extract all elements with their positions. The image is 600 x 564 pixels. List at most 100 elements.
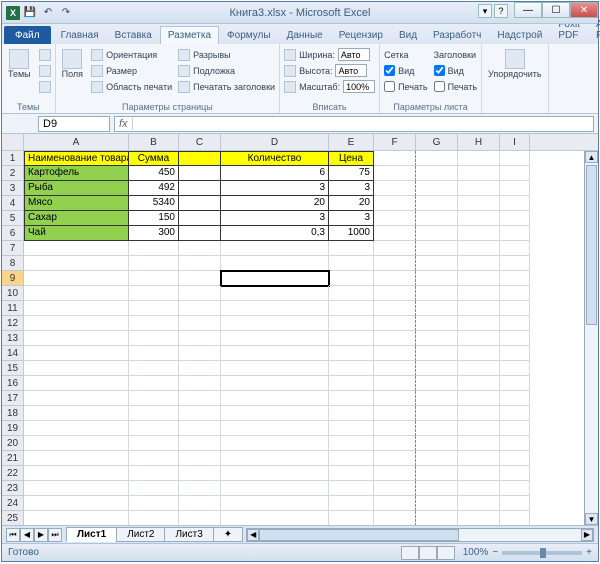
cell-F11[interactable]	[374, 301, 416, 316]
cell-E7[interactable]	[329, 241, 374, 256]
cell-B24[interactable]	[129, 496, 179, 511]
row-header-13[interactable]: 13	[2, 331, 23, 346]
formula-input[interactable]: fx	[114, 116, 594, 132]
cell-C12[interactable]	[179, 316, 221, 331]
cell-D20[interactable]	[221, 436, 329, 451]
cell-C9[interactable]	[179, 271, 221, 286]
gridlines-print-check[interactable]: Печать	[384, 79, 427, 94]
cell-D16[interactable]	[221, 376, 329, 391]
cell-F17[interactable]	[374, 391, 416, 406]
cell-G21[interactable]	[416, 451, 458, 466]
cell-D9[interactable]	[221, 271, 329, 286]
row-header-3[interactable]: 3	[2, 181, 23, 196]
cell-E14[interactable]	[329, 346, 374, 361]
cell-E21[interactable]	[329, 451, 374, 466]
margins-button[interactable]: Поля	[60, 47, 85, 81]
cell-H20[interactable]	[458, 436, 500, 451]
cell-I14[interactable]	[500, 346, 530, 361]
row-header-25[interactable]: 25	[2, 511, 23, 525]
arrange-button[interactable]: Упорядочить	[486, 47, 544, 81]
background-button[interactable]: Подложка	[178, 63, 275, 78]
cell-E22[interactable]	[329, 466, 374, 481]
cell-D11[interactable]	[221, 301, 329, 316]
page-break-view-button[interactable]	[437, 546, 455, 560]
sheet-next-icon[interactable]: ▶	[34, 528, 48, 542]
row-header-19[interactable]: 19	[2, 421, 23, 436]
cell-D1[interactable]: Количество	[221, 151, 329, 166]
cell-A15[interactable]	[24, 361, 129, 376]
row-header-14[interactable]: 14	[2, 346, 23, 361]
row-header-10[interactable]: 10	[2, 286, 23, 301]
headings-print-check[interactable]: Печать	[434, 79, 477, 94]
cell-H16[interactable]	[458, 376, 500, 391]
cell-B18[interactable]	[129, 406, 179, 421]
vertical-scrollbar[interactable]: ▲ ▼	[584, 151, 598, 525]
cell-E20[interactable]	[329, 436, 374, 451]
cell-G14[interactable]	[416, 346, 458, 361]
cell-E10[interactable]	[329, 286, 374, 301]
cell-G8[interactable]	[416, 256, 458, 271]
scale-control[interactable]: Масштаб:	[284, 79, 375, 94]
cell-B16[interactable]	[129, 376, 179, 391]
cell-D4[interactable]: 20	[221, 196, 329, 211]
col-header-C[interactable]: C	[179, 134, 221, 150]
cell-C21[interactable]	[179, 451, 221, 466]
row-header-7[interactable]: 7	[2, 241, 23, 256]
cell-H1[interactable]	[458, 151, 500, 166]
cell-C20[interactable]	[179, 436, 221, 451]
select-all-corner[interactable]	[2, 134, 23, 151]
cell-H19[interactable]	[458, 421, 500, 436]
cell-D25[interactable]	[221, 511, 329, 525]
sheet-first-icon[interactable]: ⏮	[6, 528, 20, 542]
cell-B17[interactable]	[129, 391, 179, 406]
cell-I6[interactable]	[500, 226, 530, 241]
cell-F10[interactable]	[374, 286, 416, 301]
row-header-1[interactable]: 1	[2, 151, 23, 166]
cell-A12[interactable]	[24, 316, 129, 331]
cell-D15[interactable]	[221, 361, 329, 376]
cell-A7[interactable]	[24, 241, 129, 256]
cell-G25[interactable]	[416, 511, 458, 525]
scroll-thumb[interactable]	[259, 529, 459, 541]
cell-A16[interactable]	[24, 376, 129, 391]
cell-E15[interactable]	[329, 361, 374, 376]
cell-A22[interactable]	[24, 466, 129, 481]
cell-C10[interactable]	[179, 286, 221, 301]
cell-G19[interactable]	[416, 421, 458, 436]
cell-E18[interactable]	[329, 406, 374, 421]
redo-button[interactable]: ↷	[58, 5, 74, 21]
cell-A21[interactable]	[24, 451, 129, 466]
scroll-right-icon[interactable]: ▶	[581, 529, 593, 541]
cell-F5[interactable]	[374, 211, 416, 226]
cell-G15[interactable]	[416, 361, 458, 376]
tab-data[interactable]: Данные	[279, 26, 331, 44]
cell-G4[interactable]	[416, 196, 458, 211]
cell-I18[interactable]	[500, 406, 530, 421]
cell-B10[interactable]	[129, 286, 179, 301]
cell-C22[interactable]	[179, 466, 221, 481]
cell-E2[interactable]: 75	[329, 166, 374, 181]
cell-F9[interactable]	[374, 271, 416, 286]
cell-D10[interactable]	[221, 286, 329, 301]
cell-I11[interactable]	[500, 301, 530, 316]
height-input[interactable]	[335, 64, 367, 77]
cell-C7[interactable]	[179, 241, 221, 256]
cell-E6[interactable]: 1000	[329, 226, 374, 241]
grid[interactable]: ABCDEFGHI Наименование товараСуммаКоличе…	[24, 134, 598, 525]
cell-C17[interactable]	[179, 391, 221, 406]
cell-C2[interactable]	[179, 166, 221, 181]
cell-H23[interactable]	[458, 481, 500, 496]
cell-G5[interactable]	[416, 211, 458, 226]
themes-button[interactable]: Темы	[6, 47, 33, 81]
cell-A18[interactable]	[24, 406, 129, 421]
headings-view-check[interactable]: Вид	[434, 63, 477, 78]
cell-E19[interactable]	[329, 421, 374, 436]
cell-I13[interactable]	[500, 331, 530, 346]
col-header-D[interactable]: D	[221, 134, 329, 150]
tab-pagelayout[interactable]: Разметка	[160, 26, 219, 44]
cell-E13[interactable]	[329, 331, 374, 346]
print-area-button[interactable]: Область печати	[91, 79, 172, 94]
cell-A5[interactable]: Сахар	[24, 211, 129, 226]
cell-G2[interactable]	[416, 166, 458, 181]
tab-developer[interactable]: Разработч	[425, 26, 489, 44]
